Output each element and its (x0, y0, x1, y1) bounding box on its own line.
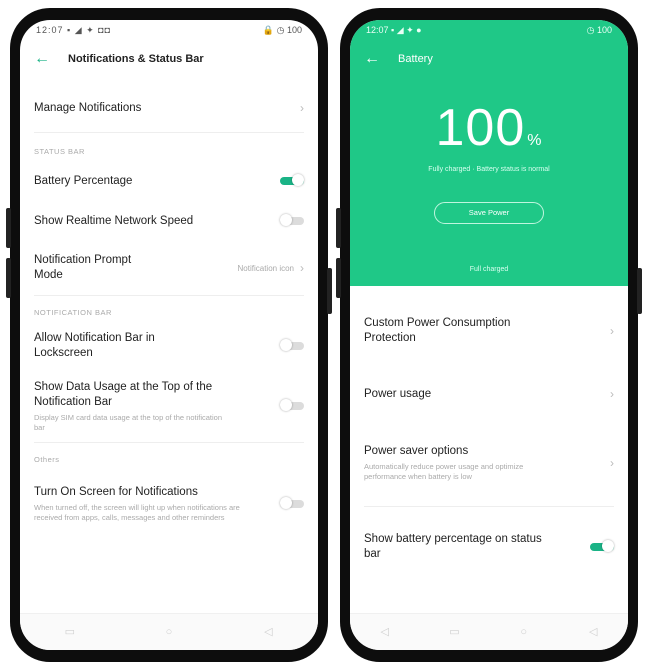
show-percentage-toggle[interactable] (590, 540, 614, 552)
power-button (637, 268, 642, 314)
right-phone: 12:07 ▪ ◢ ✦ ● ◷ 100 ← Battery 100% Fully… (336, 8, 642, 662)
section-notification-bar: NOTIFICATION BAR (34, 308, 112, 317)
volume-button (336, 258, 341, 298)
status-right: 🔒 ◷ 100 (262, 24, 302, 35)
show-percentage-label: Show battery percentage on status bar (364, 533, 542, 560)
page-title: Notifications & Status Bar (68, 53, 204, 65)
realtime-speed-toggle[interactable] (280, 214, 304, 226)
turn-on-screen-text: Turn On Screen for Notifications When tu… (34, 485, 240, 523)
header: ← Battery (350, 40, 628, 78)
turn-on-screen-toggle[interactable] (280, 497, 304, 509)
saver-options-text: Power saver options Automatically reduce… (364, 444, 544, 482)
divider (34, 132, 304, 133)
manage-notifications-row[interactable]: Manage Notifications › (20, 84, 318, 132)
allow-lockscreen-row[interactable]: Allow Notification Bar in Lockscreen (20, 322, 318, 370)
divider (34, 442, 304, 443)
battery-percentage-display: 100% (350, 98, 628, 158)
show-percentage-row[interactable]: Show battery percentage on status bar (350, 507, 628, 587)
realtime-speed-label: Show Realtime Network Speed (34, 214, 194, 227)
volume-button (6, 208, 11, 248)
home-icon[interactable]: ○ (164, 627, 174, 638)
allow-lockscreen-toggle[interactable] (280, 339, 304, 351)
turn-on-screen-description: When turned off, the screen will light u… (34, 503, 240, 522)
status-left: 12:07 ▪ ◢ ✦ ◘◘ (36, 24, 112, 35)
saver-options-label: Power saver options (364, 445, 469, 457)
left-phone: 12:07 ▪ ◢ ✦ ◘◘ 🔒 ◷ 100 ← Notifications &… (6, 8, 332, 662)
battery-percentage-value: 100 (435, 99, 526, 157)
status-right: ◷ 100 (586, 24, 612, 35)
full-charged-text: Full charged (469, 266, 509, 273)
back-arrow-icon[interactable]: ← (364, 50, 390, 68)
recent-apps-icon[interactable]: ▭ (65, 627, 75, 638)
battery-percentage-toggle[interactable] (280, 174, 304, 186)
percent-symbol: % (527, 132, 543, 149)
chevron-right-icon: › (610, 456, 614, 470)
notifications-screen: 12:07 ▪ ◢ ✦ ◘◘ 🔒 ◷ 100 ← Notifications &… (20, 20, 318, 650)
battery-percentage-row[interactable]: Battery Percentage (20, 161, 318, 201)
turn-on-screen-label: Turn On Screen for Notifications (34, 486, 198, 498)
battery-percentage-label: Battery Percentage (34, 174, 133, 187)
power-usage-row[interactable]: Power usage › (350, 368, 628, 420)
custom-power-row[interactable]: Custom Power Consumption Protection › (350, 294, 628, 368)
prompt-mode-value: Notification icon (237, 263, 294, 273)
data-usage-toggle[interactable] (280, 399, 304, 411)
manage-notifications-label: Manage Notifications (34, 101, 142, 114)
power-button (327, 268, 332, 314)
data-usage-label: Show Data Usage at the Top of the Notifi… (34, 380, 213, 408)
data-usage-row[interactable]: Show Data Usage at the Top of the Notifi… (20, 370, 318, 442)
battery-screen: 12:07 ▪ ◢ ✦ ● ◷ 100 ← Battery 100% Fully… (350, 20, 628, 650)
power-usage-label: Power usage (364, 387, 432, 400)
back-arrow-icon[interactable]: ← (34, 50, 60, 68)
recent-apps-icon[interactable]: ▭ (449, 627, 459, 638)
navigation-bar: ◁ ▭ ○ ◁ (350, 613, 628, 650)
custom-power-label: Custom Power Consumption Protection (364, 317, 511, 344)
saver-options-row[interactable]: Power saver options Automatically reduce… (350, 420, 628, 506)
volume-button (6, 258, 11, 298)
page-title: Battery (398, 53, 433, 65)
status-bar: 12:07 ▪ ◢ ✦ ● ◷ 100 (350, 20, 628, 40)
prompt-mode-row[interactable]: Notification Prompt Mode Notification ic… (20, 241, 318, 295)
navigation-bar: ▭ ○ ◁ (20, 613, 318, 650)
allow-lockscreen-label: Allow Notification Bar in Lockscreen (34, 332, 155, 359)
realtime-speed-row[interactable]: Show Realtime Network Speed (20, 201, 318, 241)
header: ← Notifications & Status Bar (20, 40, 318, 78)
back-icon[interactable]: ◁ (263, 627, 273, 638)
back-icon[interactable]: ◁ (588, 627, 598, 638)
divider (34, 295, 304, 296)
data-usage-description: Display SIM card data usage at the top o… (34, 412, 223, 432)
home-icon[interactable]: ○ (519, 627, 529, 638)
status-left: 12:07 ▪ ◢ ✦ ● (366, 24, 422, 35)
chevron-right-icon: › (610, 324, 614, 338)
chevron-right-icon: › (300, 101, 304, 115)
section-others: Others (34, 455, 60, 464)
data-usage-text: Show Data Usage at the Top of the Notifi… (34, 380, 234, 433)
back-icon[interactable]: ◁ (380, 627, 390, 638)
battery-header-panel: 12:07 ▪ ◢ ✦ ● ◷ 100 ← Battery 100% Fully… (350, 20, 628, 286)
save-power-button[interactable]: Save Power (434, 202, 544, 224)
section-status-bar: STATUS BAR (34, 147, 85, 156)
chevron-right-icon: › (300, 261, 304, 275)
status-bar: 12:07 ▪ ◢ ✦ ◘◘ 🔒 ◷ 100 (20, 20, 318, 40)
battery-status-text: Fully charged · Battery status is normal (428, 166, 550, 173)
turn-on-screen-row[interactable]: Turn On Screen for Notifications When tu… (20, 469, 318, 539)
saver-options-description: Automatically reduce power usage and opt… (364, 462, 524, 481)
prompt-mode-label: Notification Prompt Mode (34, 254, 132, 281)
chevron-right-icon: › (610, 387, 614, 401)
volume-button (336, 208, 341, 248)
